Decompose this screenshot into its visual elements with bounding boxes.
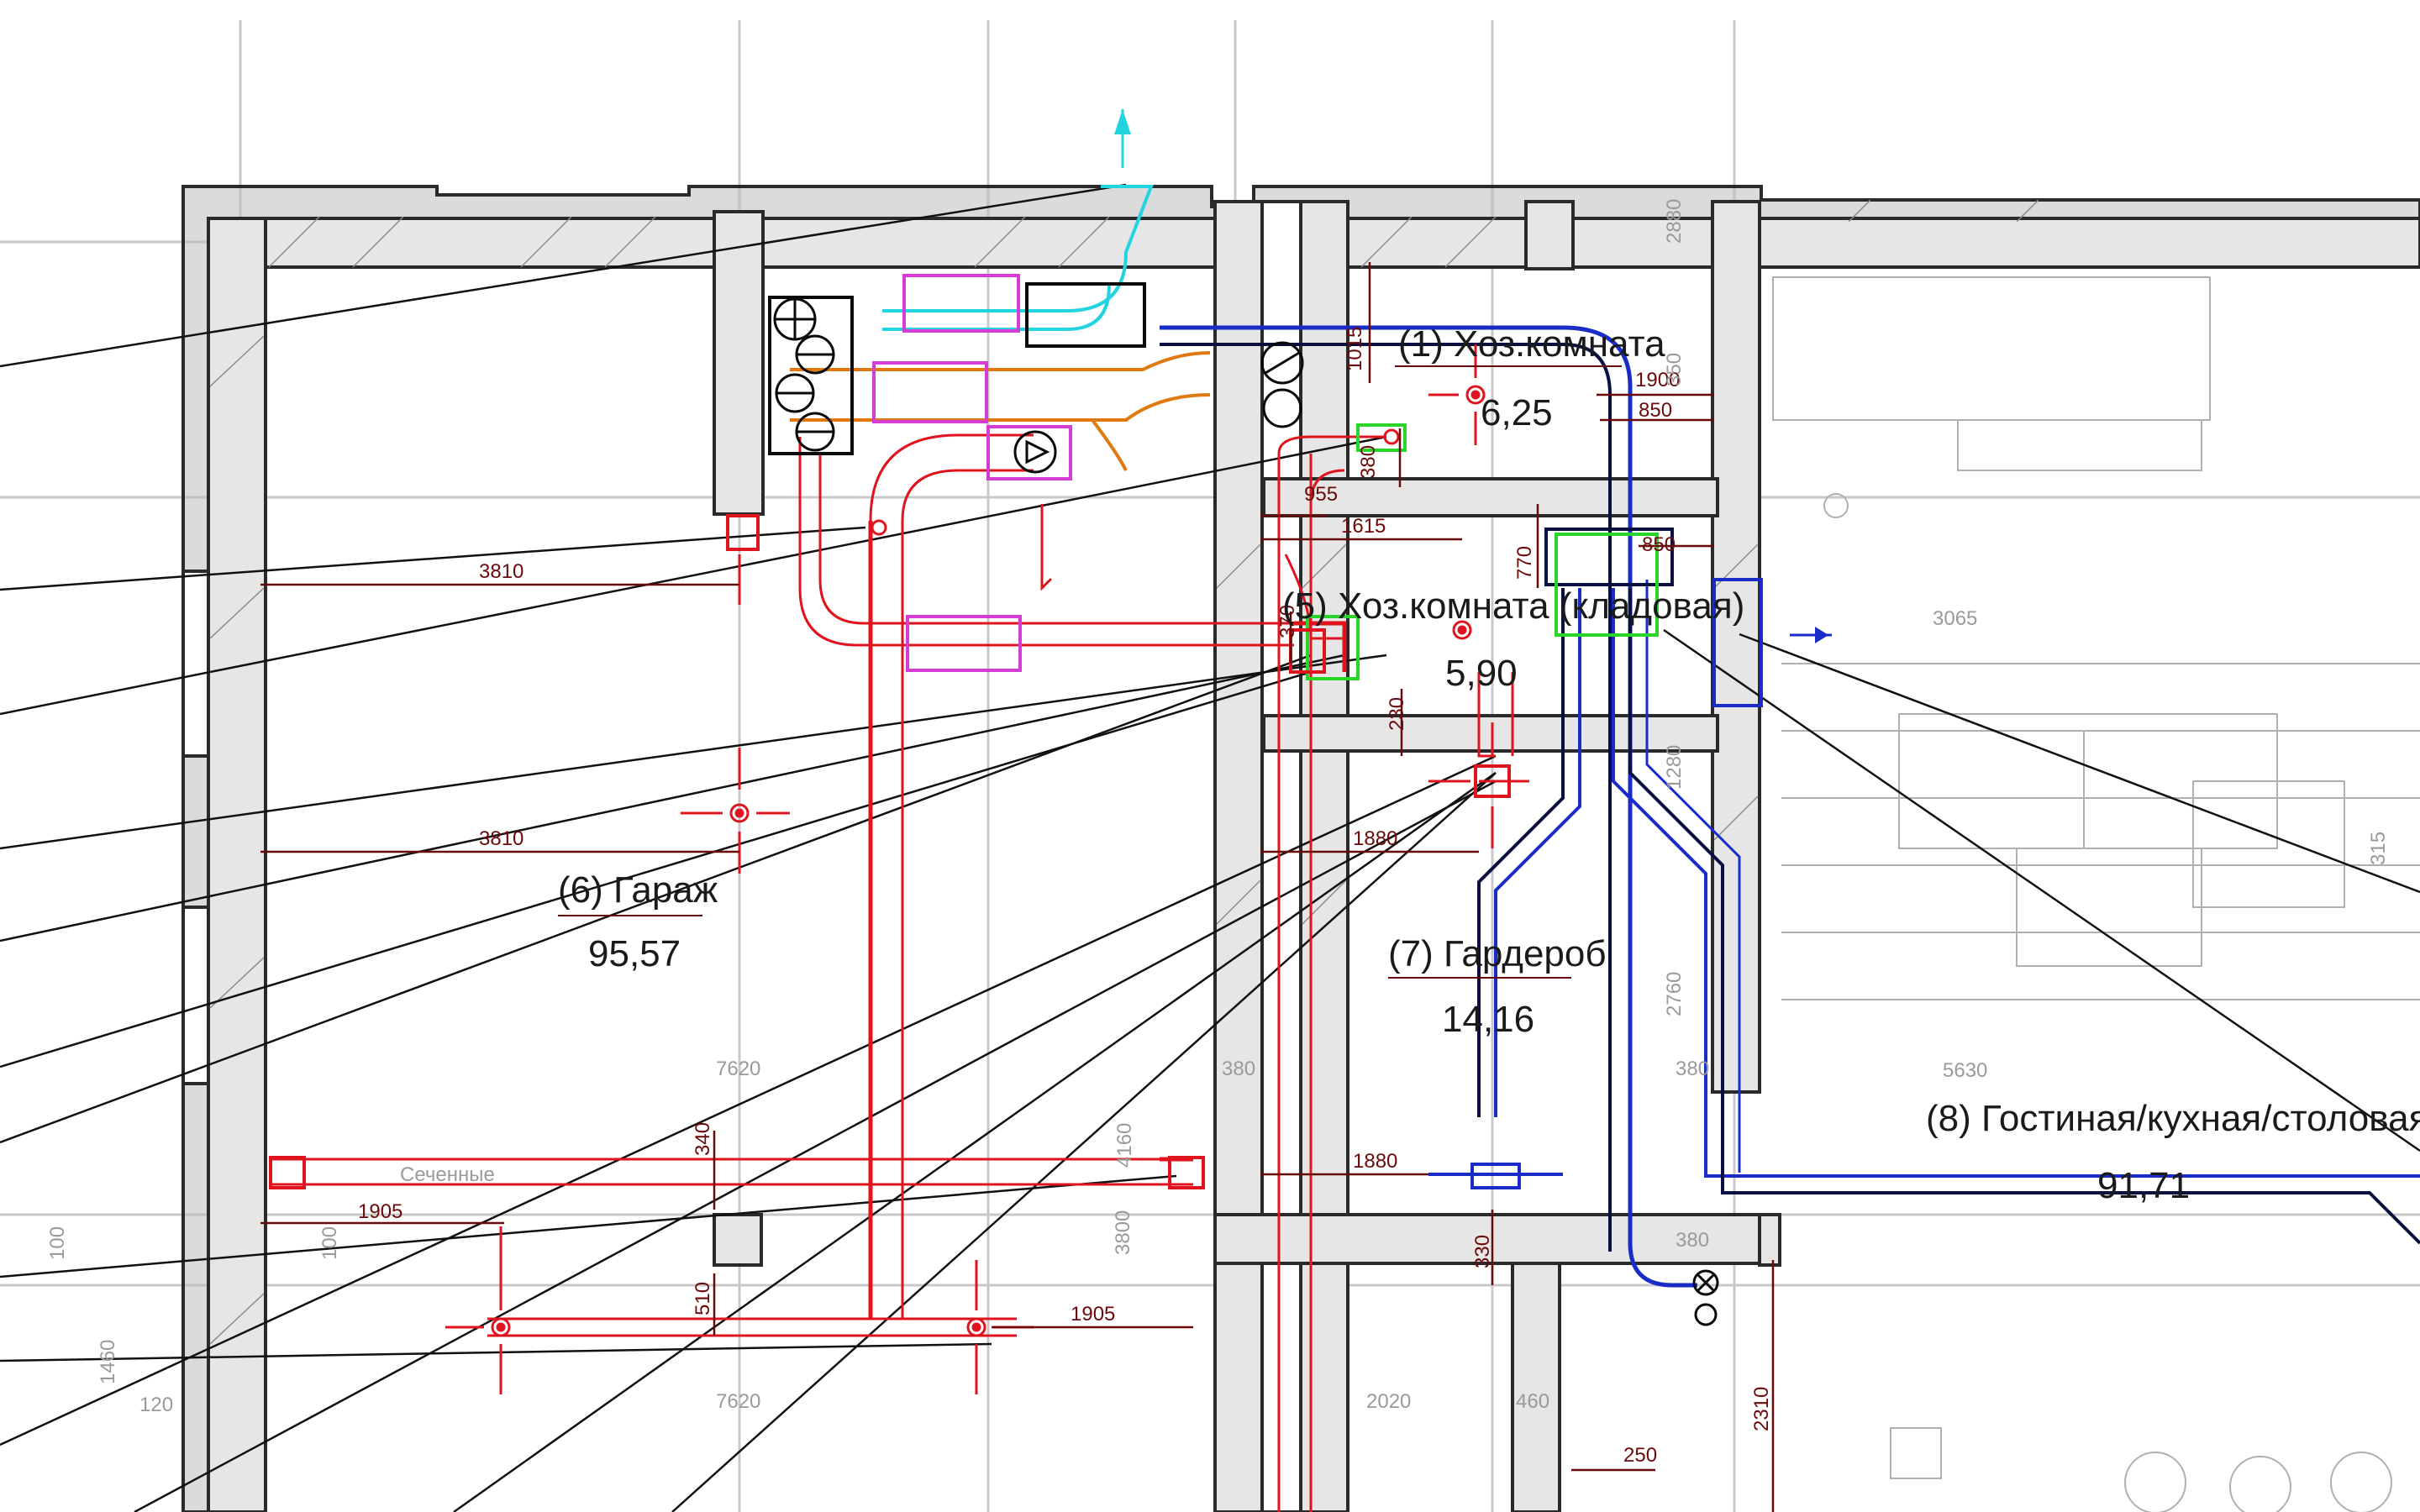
room-area-garage: 95,57 [588,933,681,974]
dim-1880-top: 1880 [1353,827,1397,850]
dim-1905-left: 1905 [358,1200,402,1223]
ghost-380-a: 380 [1222,1058,1255,1080]
dim-380: 380 [1357,445,1380,479]
ghost-460: 460 [1516,1390,1549,1413]
ghost-350: 350 [1663,353,1686,386]
ghost-120: 120 [139,1394,173,1416]
ghost-section-label: Сеченные [400,1163,495,1186]
room-name-khoz5[interactable]: (5) Хоз.комната (кладовая) [1282,585,1744,627]
dim-2310: 2310 [1750,1387,1773,1431]
ghost-2020: 2020 [1366,1390,1411,1413]
ghost-100-a: 100 [46,1226,69,1260]
room-area-khoz5: 5,90 [1445,653,1518,694]
ghost-100-b: 100 [318,1226,341,1260]
ghost-7620-b: 7620 [716,1390,760,1413]
room-name-khoz1[interactable]: (1) Хоз.комната [1398,323,1665,365]
dim-955: 955 [1304,483,1338,506]
dim-340: 340 [692,1122,714,1156]
room-name-wardrobe[interactable]: (7) Гардероб [1388,933,1607,974]
dim-1615: 1615 [1341,515,1386,538]
ghost-4160: 4160 [1113,1123,1136,1168]
ghost-380-c: 380 [1676,1229,1709,1252]
dim-1015: 1015 [1344,327,1366,371]
living-room-furniture [1772,276,2420,1512]
ghost-380-b: 380 [1676,1058,1709,1080]
ghost-1280: 1280 [1663,745,1686,790]
room-area-wardrobe: 14,16 [1442,999,1534,1040]
hvac-drawing-canvas[interactable]: 3810 3810 1905 1905 1015 1900 850 850 95… [0,0,2420,1512]
room-area-khoz1: 6,25 [1481,392,1553,433]
ghost-7620-a: 7620 [716,1058,760,1080]
dim-850-bottom: 850 [1642,533,1676,556]
dim-3810-top: 3810 [479,560,523,583]
ghost-3800: 3800 [1112,1210,1134,1255]
room-area-living: 91,71 [2097,1165,2190,1206]
room-name-living[interactable]: (8) Гостиная/кухная/столовая [1926,1098,2420,1139]
ghost-5630: 5630 [1943,1059,1987,1082]
dim-250: 250 [1623,1444,1657,1467]
dim-230: 230 [1386,697,1408,731]
dim-3810-mid: 3810 [479,827,523,850]
dim-1880-bottom: 1880 [1353,1150,1397,1173]
ghost-2880: 2880 [1663,199,1686,244]
ghost-2760: 2760 [1663,972,1686,1016]
dim-770: 770 [1513,546,1536,580]
dim-850-top: 850 [1639,399,1672,422]
ghost-1460: 1460 [97,1340,119,1384]
ghost-3065: 3065 [1933,607,1977,630]
room-name-garage[interactable]: (6) Гараж [558,869,718,911]
dim-330: 330 [1471,1235,1494,1268]
dim-1905-right: 1905 [1071,1303,1115,1326]
ghost-315: 315 [2367,832,2390,865]
dim-510: 510 [692,1282,714,1315]
